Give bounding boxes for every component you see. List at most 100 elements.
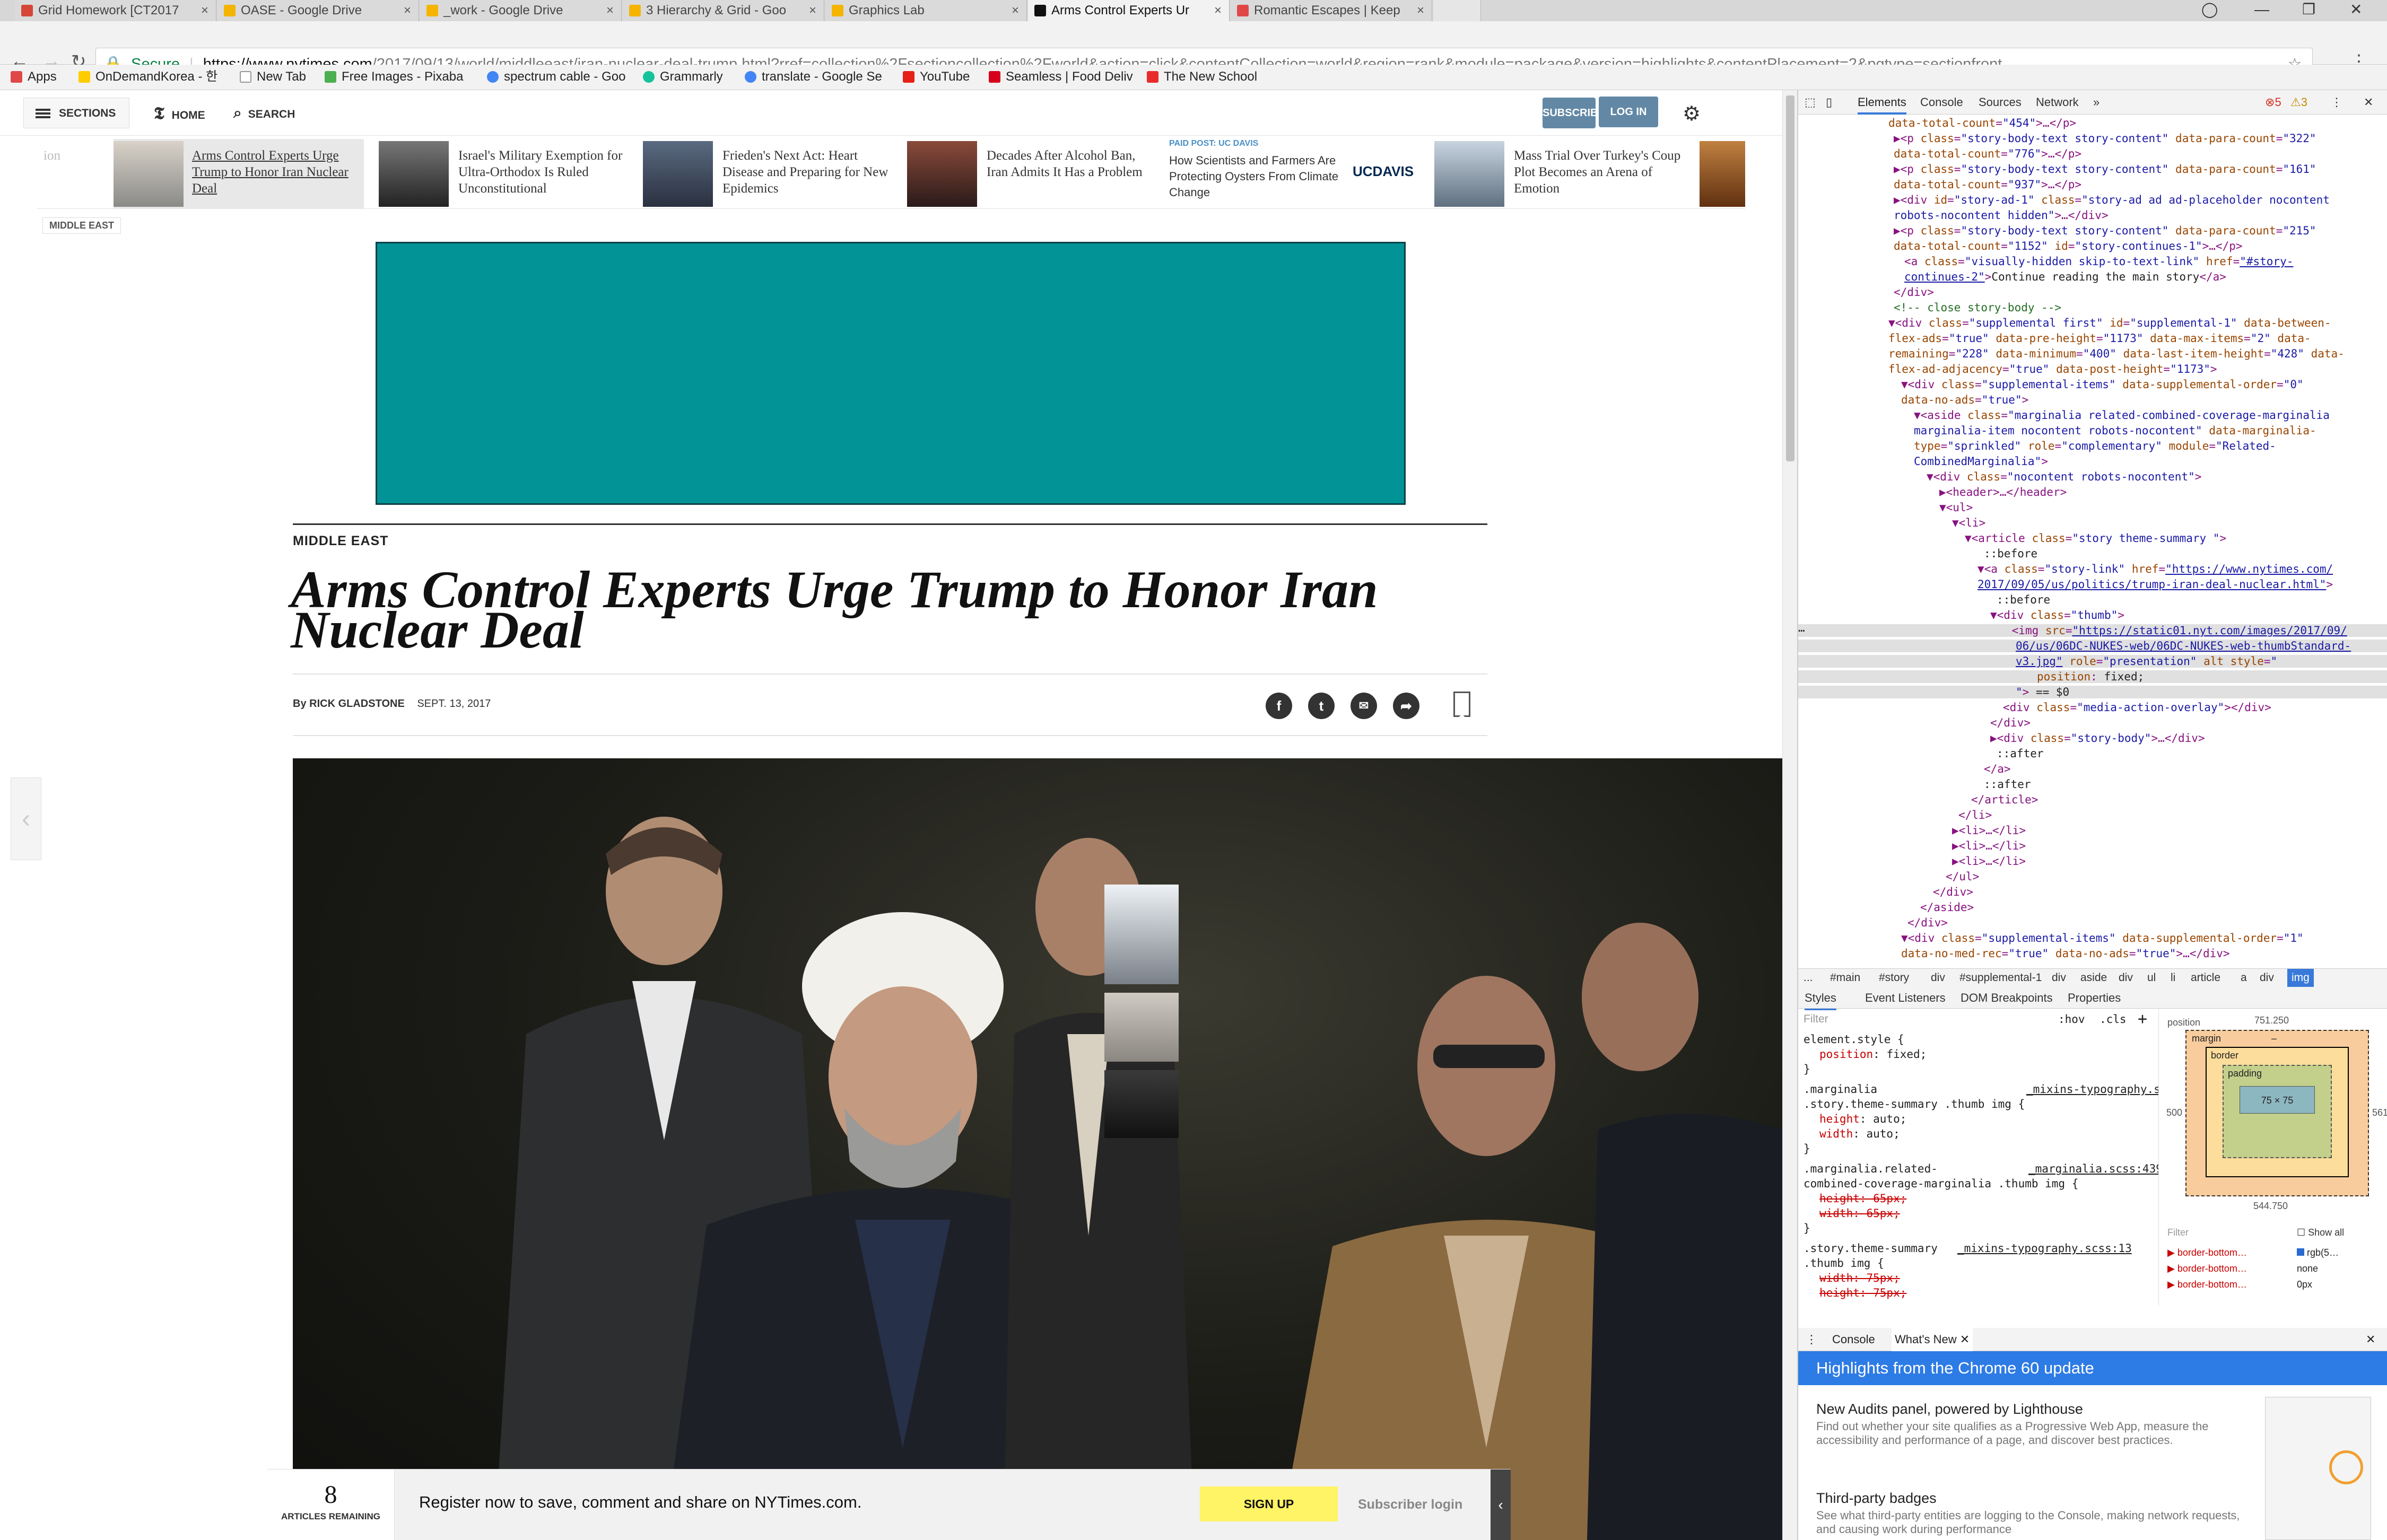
- close-tab-icon[interactable]: ×: [1012, 0, 1019, 21]
- bookmark-item[interactable]: translate - Google Se: [745, 65, 882, 89]
- tab-event-listeners[interactable]: Event Listeners: [1865, 987, 1946, 1009]
- bookmark-item[interactable]: Grammarly: [643, 65, 723, 89]
- whats-new-item[interactable]: Third-party badges See what third-party …: [1816, 1490, 2251, 1536]
- styles-pane[interactable]: Filter :hov .cls + element.style { posit…: [1798, 1009, 2159, 1306]
- close-window-icon[interactable]: ✕: [2350, 0, 2362, 21]
- breadcrumb-item[interactable]: div: [2052, 969, 2066, 987]
- drawer-menu-icon[interactable]: ⋮: [1806, 1328, 1817, 1351]
- ribbon-item[interactable]: Israel's Military Exemption for Ultra-Or…: [379, 139, 628, 209]
- ribbon-item[interactable]: Frieden's Next Act: Heart Disease and Pr…: [643, 139, 892, 209]
- close-tab-icon[interactable]: ×: [606, 0, 614, 21]
- cls-toggle[interactable]: .cls: [2099, 1013, 2127, 1026]
- gear-icon[interactable]: ⚙: [1683, 102, 1701, 126]
- devtools-menu-icon[interactable]: ⋮: [2331, 90, 2342, 115]
- tab-styles[interactable]: Styles: [1805, 987, 1836, 1010]
- close-tab-icon[interactable]: ×: [809, 0, 816, 21]
- browser-tab-active[interactable]: Arms Control Experts Ur ×: [1028, 0, 1230, 21]
- ribbon-item[interactable]: [1700, 139, 1745, 209]
- tab-whats-new[interactable]: What's New ✕: [1892, 1328, 1973, 1351]
- previous-article-arrow[interactable]: ‹: [11, 777, 41, 860]
- ribbon-item[interactable]: Mass Trial Over Turkey's Coup Plot Becom…: [1434, 139, 1684, 209]
- close-tab-icon[interactable]: ×: [1214, 0, 1222, 21]
- inspect-element-icon[interactable]: ⬚: [1805, 90, 1816, 115]
- bookmark-item[interactable]: Apps: [11, 65, 57, 89]
- styles-filter-input[interactable]: Filter: [1804, 1013, 1828, 1026]
- search-button[interactable]: ⌕ SEARCH: [233, 98, 295, 128]
- bookmark-icon[interactable]: [1453, 692, 1470, 717]
- author-link[interactable]: RICK GLADSTONE: [309, 698, 405, 710]
- bookmark-item[interactable]: The New School: [1147, 65, 1257, 89]
- home-button[interactable]: 𝕿 HOME: [154, 98, 205, 128]
- tab-network[interactable]: Network: [2036, 90, 2079, 115]
- ribbon-paid-post[interactable]: PAID POST: UC DAVIS How Scientists and F…: [1169, 139, 1418, 209]
- signup-button[interactable]: SIGN UP: [1200, 1486, 1338, 1521]
- breadcrumb-item[interactable]: a: [2241, 969, 2247, 987]
- browser-tab[interactable]: Graphics Lab ×: [825, 0, 1027, 21]
- browser-tab[interactable]: 3 Hierarchy & Grid - Goo ×: [623, 0, 824, 21]
- breadcrumb-item[interactable]: aside: [2080, 969, 2107, 987]
- bookmark-item[interactable]: OnDemandKorea - 한: [79, 65, 217, 89]
- add-rule-icon[interactable]: +: [2138, 1010, 2147, 1028]
- sections-button[interactable]: SECTIONS: [23, 98, 129, 128]
- close-tab-icon[interactable]: ×: [201, 0, 208, 21]
- breadcrumb-item[interactable]: div: [2260, 969, 2274, 987]
- breadcrumb-item[interactable]: div: [1931, 969, 1945, 987]
- breadcrumb-item[interactable]: li: [2171, 969, 2175, 987]
- drawer-close-icon[interactable]: ✕: [2366, 1328, 2375, 1351]
- breadcrumb-item[interactable]: #story: [1879, 969, 1909, 987]
- hov-toggle[interactable]: :hov: [2058, 1013, 2085, 1026]
- facebook-icon[interactable]: f: [1266, 693, 1292, 719]
- browser-tab[interactable]: Grid Homework [CT2017 ×: [15, 0, 216, 21]
- warning-count[interactable]: ⚠3: [2290, 90, 2307, 115]
- breadcrumb-item[interactable]: ...: [1804, 969, 1813, 987]
- tab-dom-breakpoints[interactable]: DOM Breakpoints: [1961, 987, 2053, 1009]
- email-icon[interactable]: ✉: [1351, 693, 1377, 719]
- tab-properties[interactable]: Properties: [2068, 987, 2121, 1009]
- tab-drawer-console[interactable]: Console: [1832, 1328, 1875, 1351]
- show-all-checkbox[interactable]: ☐ Show all: [2297, 1227, 2344, 1238]
- error-count[interactable]: ⊗5: [2265, 90, 2281, 115]
- section-kicker[interactable]: MIDDLE EAST: [293, 533, 388, 549]
- breadcrumb-item-selected[interactable]: img: [2287, 969, 2314, 987]
- computed-prop[interactable]: ▶ border-bottom…: [2167, 1279, 2247, 1290]
- dom-tree[interactable]: data-total-count="454">…</p> ▶<p class="…: [1798, 115, 2387, 974]
- more-tabs[interactable]: »: [2093, 90, 2099, 115]
- tab-console[interactable]: Console: [1920, 90, 1963, 115]
- bookmark-item[interactable]: Free Images - Pixaba: [325, 65, 463, 89]
- collapse-arrow-icon[interactable]: ‹: [1491, 1469, 1511, 1540]
- profile-icon[interactable]: ◯: [2201, 0, 2218, 21]
- browser-tab[interactable]: _work - Google Drive ×: [420, 0, 622, 21]
- box-model-diagram[interactable]: position 751.250 500 561 544.750 margin …: [2164, 1009, 2387, 1306]
- breadcrumb-item[interactable]: #supplemental-1: [1959, 969, 2042, 987]
- tab-sources[interactable]: Sources: [1979, 90, 2022, 115]
- ribbon-item-active[interactable]: Arms Control Experts Urge Trump to Honor…: [114, 139, 364, 209]
- bookmark-item[interactable]: YouTube: [903, 65, 970, 89]
- close-tab-icon[interactable]: ×: [1417, 0, 1424, 21]
- tab-elements[interactable]: Elements: [1858, 90, 1906, 115]
- browser-tab[interactable]: OASE - Google Drive ×: [217, 0, 419, 21]
- scrollbar-thumb[interactable]: [1786, 95, 1794, 461]
- computed-prop[interactable]: ▶ border-bottom…: [2167, 1247, 2247, 1258]
- breadcrumb-item[interactable]: article: [2191, 969, 2220, 987]
- minimize-icon[interactable]: —: [2254, 0, 2269, 21]
- close-tab-icon[interactable]: ×: [404, 0, 411, 21]
- login-button[interactable]: LOG IN: [1599, 97, 1658, 127]
- share-icon[interactable]: ➦: [1393, 693, 1419, 719]
- browser-tab[interactable]: Romantic Escapes | Keep ×: [1231, 0, 1432, 21]
- breadcrumb-item[interactable]: div: [2119, 969, 2133, 987]
- page-scrollbar[interactable]: [1782, 90, 1797, 1540]
- breadcrumb-item[interactable]: ul: [2147, 969, 2156, 987]
- ribbon-item[interactable]: Decades After Alcohol Ban, Iran Admits I…: [907, 139, 1156, 209]
- bookmark-item[interactable]: spectrum cable - Goo: [487, 65, 625, 89]
- breadcrumb-item[interactable]: #main: [1830, 969, 1860, 987]
- advertisement-placeholder[interactable]: [376, 242, 1406, 505]
- subscriber-login-link[interactable]: Subscriber login: [1358, 1497, 1462, 1512]
- ribbon-item[interactable]: ion: [37, 139, 106, 209]
- close-tab-icon[interactable]: ✕: [1960, 1333, 1970, 1346]
- computed-filter-input[interactable]: Filter: [2167, 1227, 2189, 1238]
- bookmark-item[interactable]: Seamless | Food Deliv: [989, 65, 1133, 89]
- device-toolbar-icon[interactable]: ▯: [1826, 90, 1832, 115]
- restore-icon[interactable]: ❐: [2302, 0, 2315, 21]
- devtools-close-icon[interactable]: ✕: [2364, 90, 2373, 115]
- new-tab-button[interactable]: [1433, 0, 1481, 21]
